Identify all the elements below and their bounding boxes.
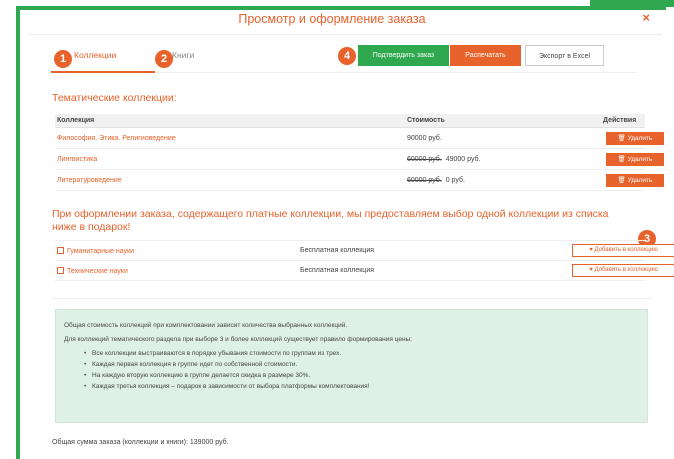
checkbox-icon: [57, 267, 64, 274]
export-excel-button[interactable]: Экспорт в Excel: [525, 45, 604, 66]
tab-collections[interactable]: Коллекции: [74, 50, 116, 60]
title-divider: [28, 34, 662, 35]
info-list: Все коллекции выстраиваются в порядке уб…: [84, 348, 639, 392]
print-button[interactable]: Распечатать: [450, 45, 521, 66]
collection-link[interactable]: Философия. Этика. Религиоведение: [57, 135, 176, 142]
order-dialog: Просмотр и оформление заказа × 1 Коллекц…: [22, 10, 674, 459]
collection-link[interactable]: Лингвистика: [57, 156, 97, 163]
delete-button[interactable]: 🗑 Удалить: [606, 153, 664, 166]
info-line: Для коллекций тематического раздела при …: [64, 336, 413, 343]
current-price: 90000 руб.: [407, 135, 442, 142]
gift-note: При оформлении заказа, содержащего платн…: [52, 208, 609, 233]
collection-link[interactable]: Литературоведение: [57, 177, 122, 184]
delete-label: Удалить: [627, 135, 653, 142]
gift-collection-link[interactable]: Гуманитарные науки: [57, 247, 134, 255]
gift-collection-link[interactable]: Технические науки: [57, 267, 128, 275]
add-to-collection-button[interactable]: ♥ Добавить в коллекцию: [572, 264, 674, 277]
column-header-price: Стоимость: [407, 117, 445, 124]
delete-button[interactable]: 🗑 Удалить: [606, 132, 664, 145]
gift-row: Гуманитарные науки Бесплатная коллекция …: [55, 241, 674, 261]
add-to-collection-button[interactable]: ♥ Добавить в коллекцию: [572, 244, 674, 257]
gift-row: Технические науки Бесплатная коллекция ♥…: [55, 261, 674, 281]
active-tab-indicator: [51, 71, 155, 73]
info-bullet: На каждую вторую коллекцию в группе дела…: [84, 370, 639, 381]
gift-collection-name: Гуманитарные науки: [67, 248, 135, 255]
table-row: Лингвистика 60000 руб. 49000 руб. 🗑 Удал…: [55, 149, 664, 170]
checkbox-icon: [57, 247, 64, 254]
badge-1: 1: [54, 50, 72, 68]
collections-table: Коллекция Стоимость Действия Философия. …: [55, 114, 664, 191]
pricing-info-box: Общая стоимость коллекций при комплектов…: [55, 309, 648, 423]
current-price: 0 руб.: [445, 177, 465, 184]
order-total: Общая сумма заказа (коллекции и книги): …: [52, 439, 229, 446]
delete-button[interactable]: 🗑 Удалить: [606, 174, 664, 187]
gift-type: Бесплатная коллекция: [300, 247, 375, 254]
gift-collection-name: Технические науки: [67, 268, 128, 275]
gift-type: Бесплатная коллекция: [300, 267, 375, 274]
dialog-title: Просмотр и оформление заказа: [238, 12, 426, 26]
add-label: Добавить в коллекцию: [594, 247, 658, 253]
confirm-order-button[interactable]: Подтвердить заказ: [358, 45, 449, 66]
info-bullet: Каждая третья коллекция – подарок в зави…: [84, 381, 639, 392]
collections-heading: Тематические коллекции:: [52, 92, 177, 104]
info-line: Общая стоимость коллекций при комплектов…: [64, 322, 348, 329]
close-icon[interactable]: ×: [642, 10, 650, 25]
gift-table: Гуманитарные науки Бесплатная коллекция …: [55, 240, 674, 281]
info-bullet: Все коллекции выстраиваются в порядке уб…: [84, 348, 639, 359]
add-label: Добавить в коллекцию: [594, 267, 658, 273]
section-divider: [52, 298, 652, 299]
price-cell: 60000 руб. 49000 руб.: [407, 156, 480, 163]
tab-books[interactable]: Книги: [172, 50, 194, 60]
column-header-actions: Действия: [603, 117, 637, 124]
current-price: 49000 руб.: [445, 156, 481, 163]
table-row: Литературоведение 60000 руб. 0 руб. 🗑 Уд…: [55, 170, 664, 191]
column-header-collection: Коллекция: [57, 117, 95, 124]
badge-4: 4: [338, 47, 356, 65]
old-price: 60000 руб.: [407, 177, 442, 184]
old-price: 60000 руб.: [407, 156, 442, 163]
info-bullet: Каждая первая коллекция в группе идет по…: [84, 359, 639, 370]
delete-label: Удалить: [627, 156, 653, 163]
delete-label: Удалить: [627, 177, 653, 184]
table-row: Философия. Этика. Религиоведение 90000 р…: [55, 128, 664, 149]
price-cell: 90000 руб.: [407, 135, 442, 142]
price-cell: 60000 руб. 0 руб.: [407, 177, 465, 184]
table-header: Коллекция Стоимость Действия: [55, 114, 645, 128]
badge-2: 2: [155, 50, 173, 68]
